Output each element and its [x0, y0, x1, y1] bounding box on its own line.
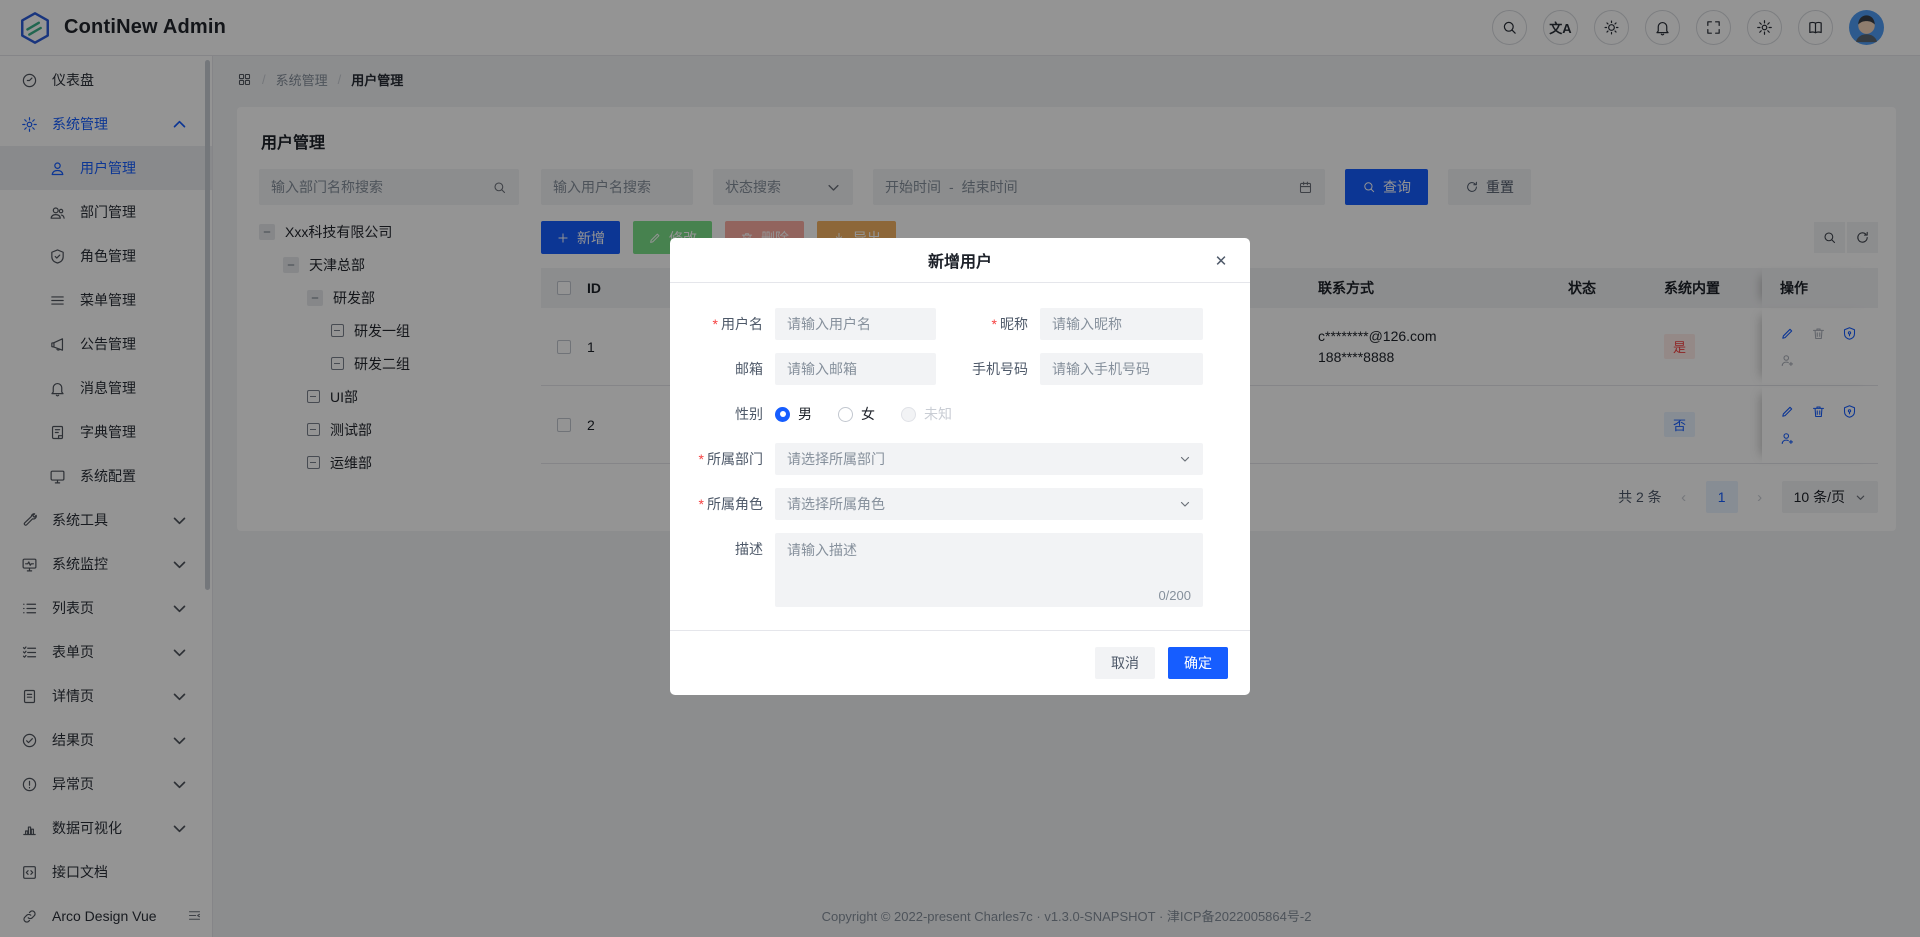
chevron-down-icon — [1179, 453, 1191, 465]
description-placeholder: 请输入描述 — [787, 540, 1191, 560]
gender-unknown-radio: 未知 — [901, 404, 952, 424]
description-textarea[interactable]: 请输入描述 0/200 — [775, 533, 1203, 607]
description-label: 描述 — [686, 533, 763, 565]
gender-male-radio[interactable]: 男 — [775, 404, 812, 424]
radio-checked-icon — [775, 407, 790, 422]
modal-title: 新增用户 — [928, 248, 992, 272]
app-root: ContiNew Admin 文A 仪表盘 系统管理 — [0, 0, 1920, 937]
gender-radio-group: 男 女 未知 — [775, 398, 952, 430]
nickname-input[interactable] — [1040, 308, 1203, 340]
add-user-modal: 新增用户 ✕ 用户名 昵称 邮箱 手机号码 — [670, 238, 1250, 695]
gender-label: 性别 — [686, 398, 763, 430]
phone-field[interactable] — [1052, 361, 1191, 377]
department-label: 所属部门 — [686, 443, 763, 475]
cancel-button[interactable]: 取消 — [1095, 647, 1155, 679]
phone-input[interactable] — [1040, 353, 1203, 385]
radio-disabled-icon — [901, 407, 916, 422]
email-field[interactable] — [787, 361, 924, 377]
username-label: 用户名 — [686, 308, 763, 340]
close-icon[interactable]: ✕ — [1208, 238, 1234, 283]
role-select[interactable]: 请选择所属角色 — [775, 488, 1203, 520]
department-placeholder: 请选择所属部门 — [787, 449, 885, 469]
chevron-down-icon — [1179, 498, 1191, 510]
department-select[interactable]: 请选择所属部门 — [775, 443, 1203, 475]
gender-female-radio[interactable]: 女 — [838, 404, 875, 424]
phone-label: 手机号码 — [936, 353, 1028, 385]
nickname-label: 昵称 — [936, 308, 1028, 340]
email-input[interactable] — [775, 353, 936, 385]
char-counter: 0/200 — [1158, 588, 1191, 603]
modal-header: 新增用户 ✕ — [670, 238, 1250, 283]
username-field[interactable] — [787, 316, 924, 332]
nickname-field[interactable] — [1052, 316, 1191, 332]
role-label: 所属角色 — [686, 488, 763, 520]
email-label: 邮箱 — [686, 353, 763, 385]
role-placeholder: 请选择所属角色 — [787, 494, 885, 514]
modal-footer: 取消 确定 — [670, 630, 1250, 695]
modal-body: 用户名 昵称 邮箱 手机号码 性别 — [670, 283, 1250, 630]
confirm-button[interactable]: 确定 — [1168, 647, 1228, 679]
username-input[interactable] — [775, 308, 936, 340]
radio-unchecked-icon — [838, 407, 853, 422]
